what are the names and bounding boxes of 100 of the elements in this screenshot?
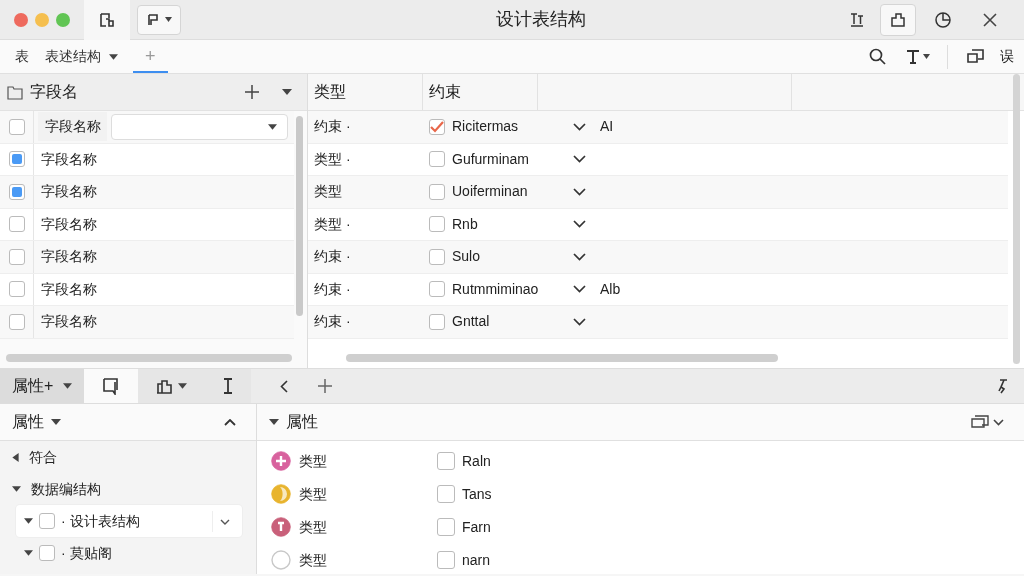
- panel-tab[interactable]: [205, 369, 252, 403]
- panel-tab[interactable]: 属性+: [0, 369, 85, 403]
- scrollbar[interactable]: [296, 116, 303, 316]
- layout-icon: [98, 10, 116, 29]
- type-cell: 约束 ·: [314, 313, 351, 330]
- checkbox[interactable]: [8, 151, 25, 168]
- chevron-down-icon[interactable]: [573, 187, 586, 196]
- share-button[interactable]: [880, 3, 916, 36]
- constraint-name: Ricitermas: [452, 117, 519, 137]
- checkbox[interactable]: [429, 216, 445, 233]
- constraint-name: Uoiferminan: [452, 182, 528, 202]
- chevron-down-icon[interactable]: [573, 317, 586, 326]
- property-value: Tans: [462, 484, 492, 504]
- caret-icon: [268, 123, 277, 130]
- property-value: narn: [462, 550, 491, 570]
- checkbox[interactable]: [8, 183, 25, 200]
- window-title: 设计表结构: [495, 8, 587, 31]
- caret-left-icon[interactable]: [12, 452, 19, 462]
- search-icon: [869, 48, 886, 65]
- caret-icon: [165, 17, 172, 22]
- constraint-value: Alb: [600, 279, 621, 299]
- close-window-button[interactable]: [14, 12, 28, 27]
- folder-icon: [7, 84, 23, 100]
- caret-icon: [178, 383, 188, 389]
- property-label: 类型: [299, 451, 328, 471]
- property-value: Raln: [462, 451, 491, 471]
- chevron-down-icon[interactable]: [573, 220, 586, 229]
- field-name: 字段名称: [40, 279, 97, 299]
- scrollbar[interactable]: [1013, 74, 1020, 364]
- checkbox[interactable]: [8, 313, 25, 330]
- panel-tab[interactable]: [84, 369, 139, 403]
- checkbox[interactable]: [437, 485, 455, 503]
- chevron-down-icon[interactable]: [573, 122, 586, 131]
- caret-icon: [282, 89, 292, 95]
- text-cursor-icon: [223, 378, 234, 394]
- type-cell: 类型: [314, 183, 342, 200]
- scrollbar[interactable]: [6, 354, 292, 362]
- toolbar-label: 误: [999, 47, 1014, 66]
- checkbox[interactable]: [429, 248, 445, 265]
- panel-title: 属性: [286, 412, 318, 432]
- checkbox[interactable]: [429, 151, 445, 168]
- chevron-down-icon[interactable]: [573, 155, 586, 164]
- column-header: 字段名: [30, 82, 78, 102]
- tree-item[interactable]: · 设计表结构: [61, 510, 140, 532]
- type-cell: 约束 ·: [314, 280, 351, 297]
- tree-item[interactable]: · 莫贴阁: [61, 542, 112, 564]
- type-cell: 类型 ·: [314, 150, 351, 167]
- field-name: 字段名称: [40, 214, 97, 234]
- constraint-name: Gnttal: [452, 312, 490, 332]
- plus-icon: [245, 85, 259, 99]
- text-size-icon: [849, 11, 865, 28]
- scrollbar[interactable]: [346, 354, 778, 362]
- caret-icon[interactable]: [12, 486, 21, 492]
- chevron-down-icon[interactable]: [573, 285, 586, 294]
- tree-item[interactable]: 数据编结构: [30, 478, 101, 500]
- toolbar-menu-button[interactable]: 表: [7, 42, 37, 71]
- checkbox[interactable]: [39, 545, 55, 561]
- checkbox[interactable]: [429, 118, 445, 135]
- constraint-name: Gufurminam: [452, 149, 530, 169]
- checkbox[interactable]: [437, 518, 455, 536]
- checkbox[interactable]: [429, 281, 445, 298]
- chevron-down-icon[interactable]: [573, 252, 586, 261]
- property-label: 类型: [299, 484, 328, 504]
- chevron-left-icon: [280, 379, 289, 393]
- chevron-down-icon[interactable]: [220, 518, 230, 525]
- constraint-value: AI: [600, 117, 614, 137]
- text-cursor-icon: [905, 48, 920, 65]
- caret-icon: [24, 550, 33, 556]
- field-name: 字段名称: [40, 247, 97, 267]
- checkbox[interactable]: [429, 313, 445, 330]
- checkbox[interactable]: [437, 551, 455, 569]
- chevron-down-icon: [993, 418, 1004, 426]
- caret-icon: [51, 419, 61, 425]
- constraint-name: Rnb: [452, 214, 478, 234]
- constraint-name: Rutmmiminao: [452, 279, 539, 299]
- clock-icon: [934, 10, 952, 29]
- maximize-window-button[interactable]: [56, 12, 70, 27]
- panel-title[interactable]: 属性: [12, 410, 44, 434]
- checkbox[interactable]: [8, 248, 25, 265]
- layout-tab[interactable]: [84, 0, 130, 40]
- panel-menu-button[interactable]: [137, 4, 181, 35]
- field-name: 字段名称: [38, 112, 107, 142]
- checkbox[interactable]: [8, 216, 25, 233]
- tree-item[interactable]: 符合: [28, 446, 57, 468]
- window-icon: [970, 413, 990, 431]
- checkbox[interactable]: [437, 452, 455, 470]
- tree-item-row[interactable]: · 设计表结构: [16, 505, 242, 537]
- toolbar-menu-button[interactable]: 表述结构: [37, 42, 126, 71]
- type-cell: 类型 ·: [314, 215, 351, 232]
- type-cell: 约束 ·: [314, 118, 351, 135]
- caret-icon: [269, 419, 279, 425]
- field-name: 字段名称: [40, 312, 97, 332]
- plus-icon: [318, 379, 333, 393]
- panel-tab[interactable]: [138, 369, 206, 403]
- caret-icon: [63, 383, 73, 389]
- checkbox[interactable]: [8, 281, 25, 298]
- checkbox[interactable]: [8, 118, 25, 135]
- checkbox[interactable]: [429, 183, 445, 200]
- property-label: 类型: [299, 550, 328, 570]
- checkbox[interactable]: [39, 513, 55, 529]
